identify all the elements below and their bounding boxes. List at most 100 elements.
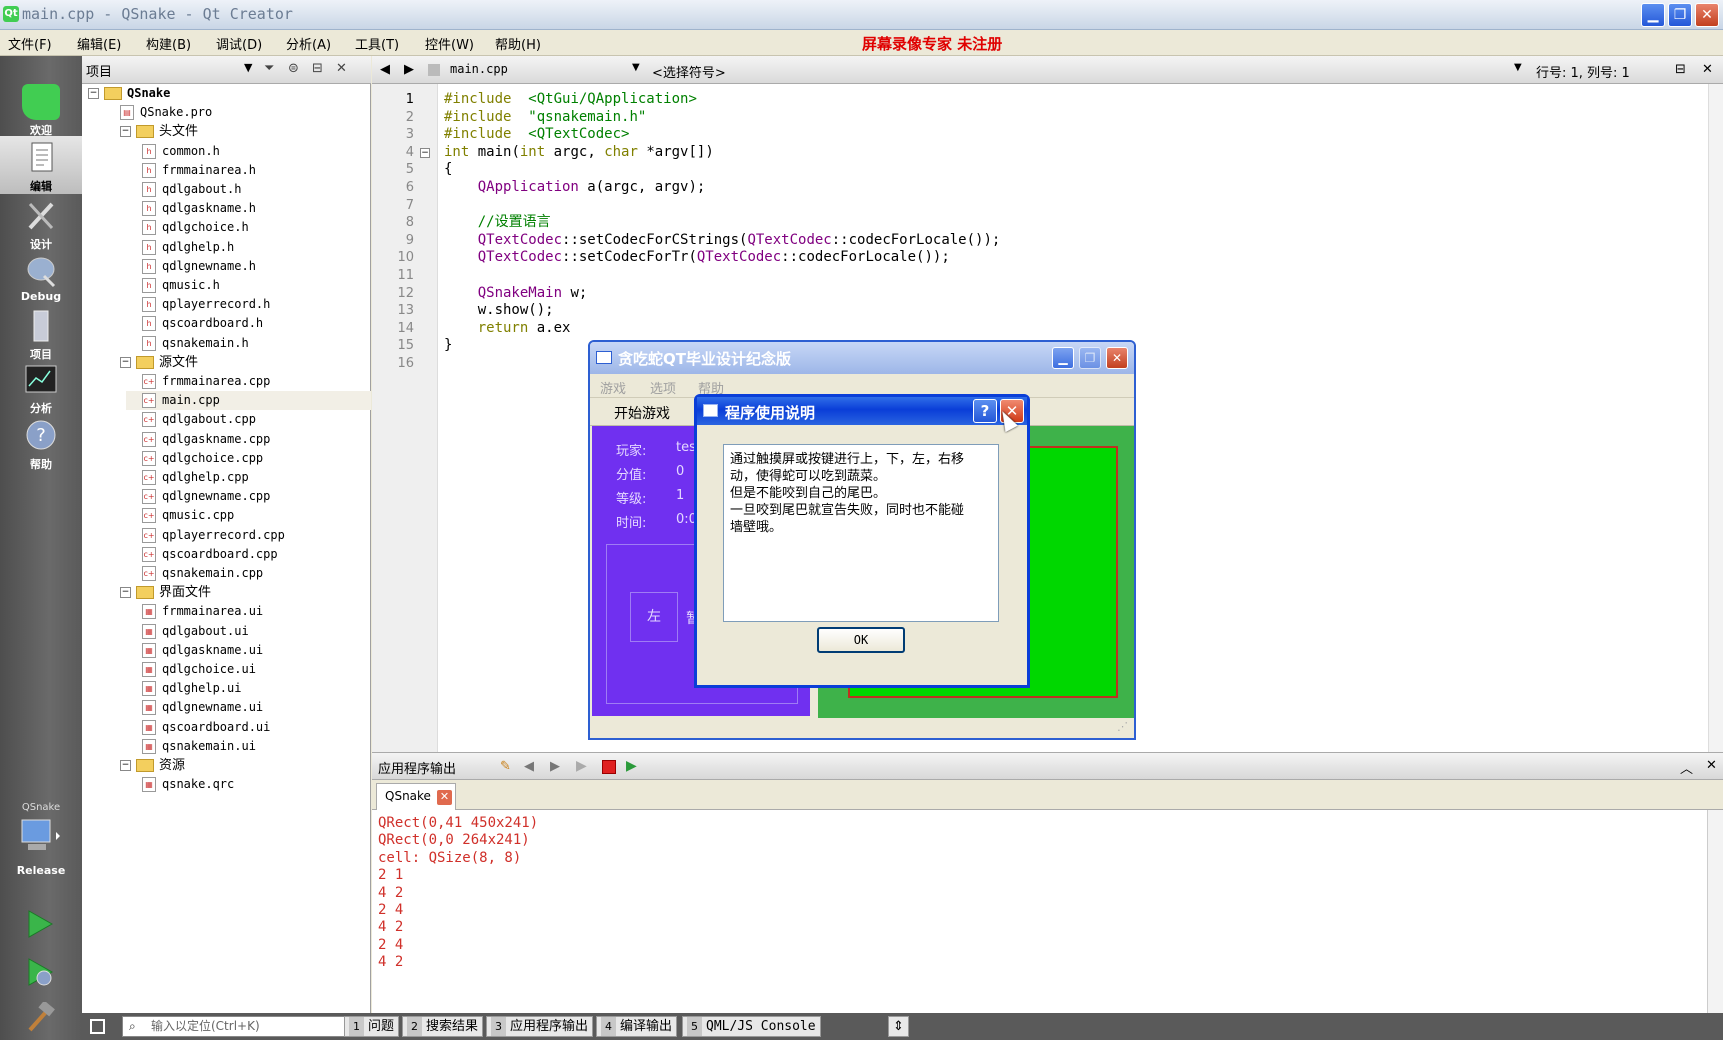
tree-file-item[interactable]: c+ qdlghelp.cpp: [82, 468, 371, 487]
mode-project[interactable]: 项目: [0, 304, 82, 362]
menu-build[interactable]: 构建(B): [146, 34, 191, 53]
tree-file-item[interactable]: ▦ qdlgabout.ui: [82, 622, 371, 641]
tree-folder-2[interactable]: − 头文件: [82, 122, 371, 141]
menu-file[interactable]: 文件(F): [8, 34, 52, 53]
collapse-toggle-icon[interactable]: −: [88, 88, 99, 99]
start-game-button[interactable]: 开始游戏: [614, 403, 670, 423]
game-menu-options[interactable]: 选项: [650, 378, 676, 397]
tree-file-item[interactable]: c+ qdlgnewname.cpp: [82, 487, 371, 506]
mode-help[interactable]: ? 帮助: [0, 414, 82, 472]
tree-file-item[interactable]: ▦ qscoardboard.ui: [82, 718, 371, 737]
tree-folder-14[interactable]: − 源文件: [82, 353, 371, 372]
output-tab-qsnake[interactable]: QSnake ✕: [376, 783, 456, 810]
game-menu-game[interactable]: 游戏: [600, 378, 626, 397]
mode-analyze[interactable]: 分析: [0, 358, 82, 416]
symbol-selector[interactable]: <选择符号>: [652, 62, 726, 81]
maximize-pane-icon[interactable]: ︿: [1680, 758, 1693, 777]
tree-file-item[interactable]: c+ qplayerrecord.cpp: [82, 526, 371, 545]
next-item-icon[interactable]: ▶: [550, 759, 560, 774]
split-icon[interactable]: ⊟: [312, 61, 323, 76]
output-pane-button-3[interactable]: 3 应用程序输出: [486, 1016, 594, 1037]
fold-toggle-icon[interactable]: −: [420, 147, 430, 158]
menu-debug[interactable]: 调试(D): [216, 34, 262, 53]
output-pane-button-4[interactable]: 4 编译输出: [596, 1016, 678, 1037]
tree-folder-35[interactable]: − 资源: [82, 756, 371, 775]
tree-file-item[interactable]: h common.h: [82, 142, 371, 161]
mode-design[interactable]: 设计: [0, 194, 82, 252]
maximize-button[interactable]: ❐: [1668, 3, 1692, 27]
more-panes-icon[interactable]: ⇕: [888, 1016, 909, 1037]
tree-folder-26[interactable]: − 界面文件: [82, 583, 371, 602]
tree-folder-0[interactable]: − QSnake: [82, 84, 371, 103]
output-pane-button-2[interactable]: 2 搜索结果: [402, 1016, 484, 1037]
locator-input[interactable]: ⌕ 输入以定位(Ctrl+K): [122, 1016, 360, 1037]
tree-file-item[interactable]: h qdlgnewname.h: [82, 257, 371, 276]
game-maximize-button[interactable]: ❐: [1079, 347, 1101, 369]
tree-file-item[interactable]: ▦ qsnake.qrc: [82, 775, 371, 794]
tree-file-item[interactable]: c+ qdlgabout.cpp: [82, 410, 371, 429]
chevron-down-icon[interactable]: ▼: [1514, 62, 1522, 73]
chevron-down-icon[interactable]: ▼: [632, 62, 640, 73]
toggle-sidebar-icon[interactable]: [90, 1019, 105, 1034]
chevron-down-icon[interactable]: ▼: [244, 61, 252, 74]
rerun-icon[interactable]: ▶: [576, 758, 587, 774]
mode-welcome[interactable]: 欢迎: [0, 80, 82, 138]
tree-file-item[interactable]: h frmmainarea.h: [82, 161, 371, 180]
menu-tools[interactable]: 工具(T): [355, 34, 399, 53]
tree-file-item[interactable]: h qmusic.h: [82, 276, 371, 295]
resize-grip-icon[interactable]: ⋰: [1117, 720, 1128, 733]
build-hammer-icon[interactable]: [24, 1000, 56, 1034]
output-pane-button-5[interactable]: 5 QML/JS Console: [682, 1016, 821, 1037]
tree-file-item[interactable]: ▦ qdlghelp.ui: [82, 679, 371, 698]
tree-file-item[interactable]: h qdlghelp.h: [82, 238, 371, 257]
left-button[interactable]: 左: [630, 592, 678, 642]
collapse-toggle-icon[interactable]: −: [120, 126, 131, 138]
game-minimize-button[interactable]: ▁: [1052, 347, 1074, 369]
menu-analyze[interactable]: 分析(A): [286, 34, 331, 53]
collapse-toggle-icon[interactable]: −: [120, 587, 131, 599]
tree-file-item[interactable]: c+ qdlgaskname.cpp: [82, 430, 371, 449]
tree-file-item[interactable]: ▦ qdlgnewname.ui: [82, 698, 371, 717]
collapse-toggle-icon[interactable]: −: [120, 356, 131, 368]
tree-file-item[interactable]: h qplayerrecord.h: [82, 295, 371, 314]
tree-file-item[interactable]: c+ qdlgchoice.cpp: [82, 449, 371, 468]
output-pane-button-1[interactable]: 1 问题: [344, 1016, 400, 1037]
sync-link-icon[interactable]: ⊜: [288, 61, 299, 76]
tree-file-item[interactable]: h qsnakemain.h: [82, 334, 371, 353]
debug-run-button[interactable]: [24, 956, 56, 988]
mode-edit[interactable]: 编辑: [0, 136, 82, 194]
prev-item-icon[interactable]: ◀: [524, 759, 534, 774]
open-file-selector[interactable]: main.cpp: [450, 62, 508, 76]
tree-file-item[interactable]: ▤ QSnake.pro: [82, 103, 371, 122]
editor-scrollbar[interactable]: [1708, 84, 1723, 752]
close-pane-icon[interactable]: ✕: [1706, 758, 1717, 773]
ok-button[interactable]: OK: [817, 627, 905, 653]
tree-file-item[interactable]: ▦ qsnakemain.ui: [82, 737, 371, 756]
close-pane-icon[interactable]: ✕: [336, 61, 347, 76]
tree-file-item[interactable]: c+ qscoardboard.cpp: [82, 545, 371, 564]
tree-file-item[interactable]: h qscoardboard.h: [82, 314, 371, 333]
tree-file-item[interactable]: ▦ qdlgaskname.ui: [82, 641, 371, 660]
tree-file-item[interactable]: c+ qmusic.cpp: [82, 506, 371, 525]
filter-icon[interactable]: ⏷: [264, 61, 274, 76]
close-tab-icon[interactable]: ✕: [437, 790, 452, 805]
tree-file-item[interactable]: c+ frmmainarea.cpp: [82, 372, 371, 391]
tree-file-item[interactable]: c+ main.cpp: [126, 391, 371, 411]
tree-file-item[interactable]: h qdlgabout.h: [82, 180, 371, 199]
menu-help[interactable]: 帮助(H): [495, 34, 541, 53]
split-icon[interactable]: ⊟: [1675, 62, 1686, 77]
back-arrow-icon[interactable]: ◀: [380, 62, 390, 77]
tree-file-item[interactable]: ▦ qdlgchoice.ui: [82, 660, 371, 679]
run-button[interactable]: [24, 908, 56, 940]
menu-edit[interactable]: 编辑(E): [77, 34, 121, 53]
close-editor-icon[interactable]: ✕: [1702, 62, 1713, 77]
minimize-button[interactable]: ▁: [1641, 3, 1665, 27]
attach-debugger-icon[interactable]: ▶: [626, 758, 637, 774]
tree-file-item[interactable]: c+ qsnakemain.cpp: [82, 564, 371, 583]
output-scrollbar[interactable]: [1707, 810, 1723, 1013]
close-button[interactable]: ✕: [1695, 3, 1719, 27]
mode-debug[interactable]: Debug: [0, 248, 82, 306]
tree-file-item[interactable]: ▦ frmmainarea.ui: [82, 602, 371, 621]
menu-widgets[interactable]: 控件(W): [425, 34, 474, 53]
forward-arrow-icon[interactable]: ▶: [404, 62, 414, 77]
